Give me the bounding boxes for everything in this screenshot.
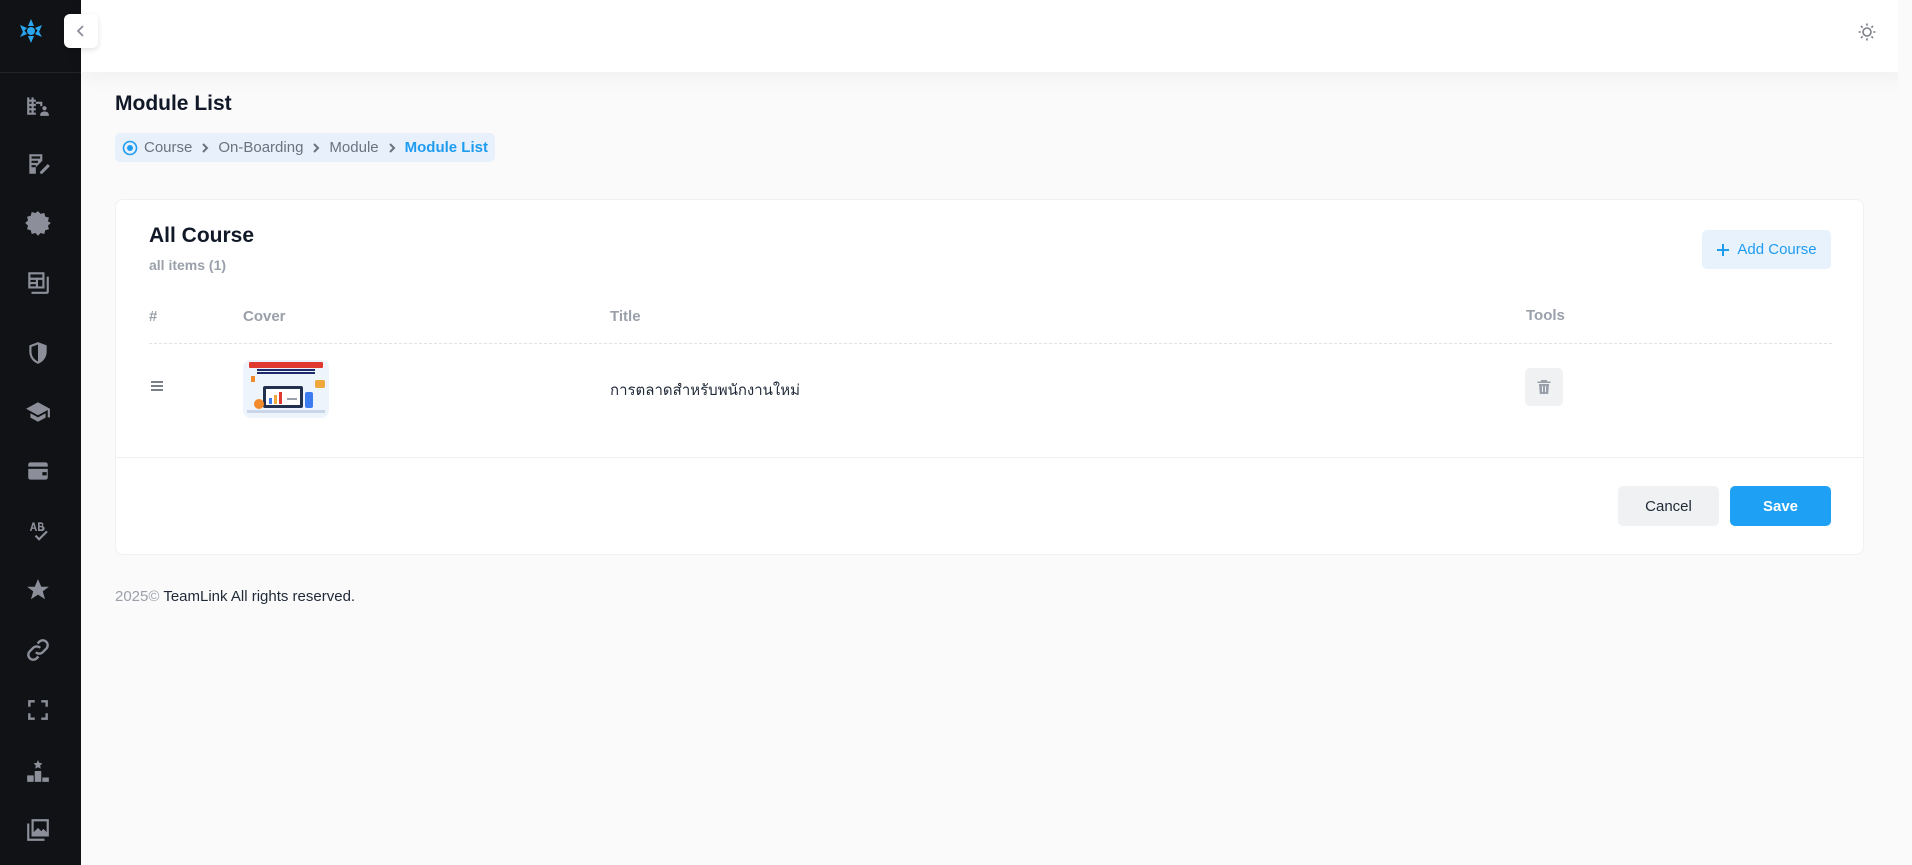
breadcrumb: Course On-Boarding Module Module List	[115, 133, 495, 162]
news-icon[interactable]	[24, 268, 52, 296]
chevron-left-icon	[76, 25, 84, 37]
save-button[interactable]: Save	[1730, 486, 1831, 526]
shield-icon[interactable]	[24, 339, 52, 367]
delete-button[interactable]	[1525, 368, 1563, 406]
course-card: All Course all items (1) Add Course # Co…	[115, 199, 1865, 555]
sidebar-collapse-button[interactable]	[64, 14, 98, 48]
breadcrumb-item-onboarding[interactable]: On-Boarding	[218, 139, 303, 156]
table-header-divider	[149, 343, 1832, 344]
target-icon	[122, 140, 138, 155]
theme-toggle-button[interactable]	[1855, 20, 1879, 44]
breadcrumb-item-module[interactable]: Module	[329, 139, 378, 156]
trash-icon	[1537, 380, 1551, 394]
fullscreen-icon[interactable]	[24, 696, 52, 724]
footer-year: 2025©	[115, 588, 160, 605]
card-footer-divider	[116, 457, 1865, 458]
cover-thumbnail	[243, 360, 329, 418]
badge-icon[interactable]	[24, 209, 52, 237]
column-header-tools: Tools	[1526, 307, 1565, 324]
graduation-cap-icon[interactable]	[24, 398, 52, 426]
column-header-cover: Cover	[243, 308, 286, 325]
chevron-right-icon	[313, 142, 320, 153]
building-users-icon[interactable]	[24, 91, 52, 119]
star-icon[interactable]	[24, 576, 52, 604]
page-title: Module List	[115, 92, 232, 115]
column-header-index: #	[149, 308, 158, 325]
link-icon[interactable]	[24, 636, 52, 664]
sidebar-divider	[0, 72, 81, 73]
card-title: All Course	[149, 224, 255, 247]
wallet-icon[interactable]	[24, 457, 52, 485]
top-header	[81, 0, 1912, 72]
logo-icon[interactable]	[17, 17, 45, 45]
cancel-button[interactable]: Cancel	[1618, 486, 1719, 526]
row-title: การตลาดสำหรับพนักงานใหม่	[610, 382, 801, 399]
sidebar	[0, 0, 81, 865]
footer: 2025© TeamLink All rights reserved.	[115, 588, 355, 605]
sun-icon	[1858, 23, 1876, 41]
scrollbar-track[interactable]	[1898, 0, 1912, 865]
chevron-right-icon	[202, 142, 209, 153]
breadcrumb-item-course[interactable]: Course	[144, 139, 192, 156]
spellcheck-icon[interactable]	[24, 517, 52, 545]
footer-text: TeamLink All rights reserved.	[163, 588, 356, 605]
plus-icon	[1717, 243, 1730, 256]
add-course-label: Add Course	[1737, 241, 1817, 258]
card-item-count: all items (1)	[149, 257, 227, 273]
edit-document-icon[interactable]	[24, 150, 52, 178]
breadcrumb-item-module-list: Module List	[404, 139, 488, 156]
podium-icon[interactable]	[24, 757, 52, 785]
drag-handle-icon[interactable]	[149, 378, 165, 394]
chevron-right-icon	[388, 142, 396, 153]
photo-library-icon[interactable]	[24, 816, 52, 844]
column-header-title: Title	[610, 308, 641, 325]
add-course-button[interactable]: Add Course	[1702, 230, 1831, 269]
